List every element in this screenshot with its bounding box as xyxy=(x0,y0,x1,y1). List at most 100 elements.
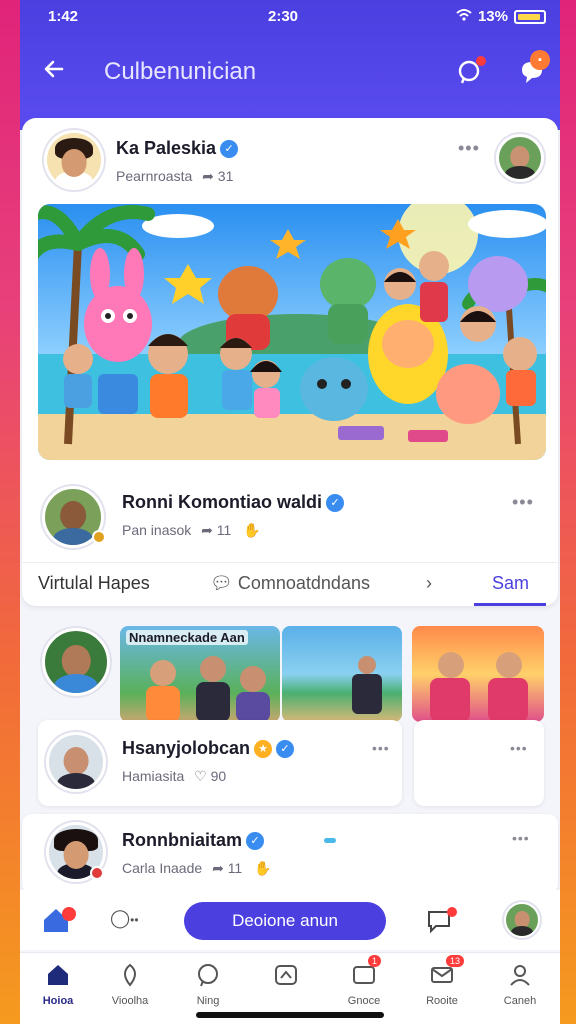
post-meta: Hamiasita ♡ 90 xyxy=(122,768,226,785)
more-options-icon[interactable]: ••• xyxy=(372,740,390,756)
avatar[interactable] xyxy=(496,134,544,182)
post-author-label: Ronni Komontiao waldi xyxy=(122,492,322,512)
tab-videos[interactable]: Vioolha xyxy=(92,961,168,1007)
messages-button[interactable] xyxy=(426,906,458,939)
verified-icon: ✓ xyxy=(246,832,264,851)
mail-icon: 13 xyxy=(428,955,465,989)
arrow-left-icon xyxy=(44,60,64,78)
more-options-icon[interactable]: ••• xyxy=(512,492,534,513)
avatar[interactable] xyxy=(46,732,106,792)
post-author-name[interactable]: Ka Paleskia ✓ xyxy=(116,138,239,159)
cartoon-beach-illustration xyxy=(38,204,546,460)
app-header: 1:42 2:30 13% Culbenunician ▪ xyxy=(20,0,560,130)
media-strip: Nnamneckade Aan xyxy=(20,618,560,728)
feed-card[interactable]: ••• xyxy=(414,720,544,806)
post-share-count: 31 xyxy=(217,168,234,184)
post-author-label: Ronnbniaitam xyxy=(122,830,242,850)
post-author-name[interactable]: Hsanyjolobcan ★ ✓ xyxy=(122,738,295,759)
tab-comments[interactable]: 💬︎ Comnoatdndans xyxy=(210,573,370,594)
page-title: Culbenunician xyxy=(104,58,257,85)
home-shortcut-button[interactable] xyxy=(42,906,76,939)
avatar[interactable] xyxy=(504,902,540,938)
post-meta: Pan inasok ➦ 11 ✋ xyxy=(122,522,261,539)
verified-icon: ✓ xyxy=(276,740,295,759)
more-options-icon[interactable]: ••• xyxy=(458,138,480,159)
feed-card[interactable]: Ronnbniaitam ✓ Carla Inaade ➦ 11 ✋ ••• xyxy=(22,814,558,894)
post-meta-label: Hamiasita xyxy=(122,768,185,784)
tab-virtual[interactable]: Virtulal Hapes xyxy=(38,573,150,594)
thumbs-icon: ✋ xyxy=(243,522,261,538)
tab-videos-label: Vioolha xyxy=(111,995,149,1007)
tab-comments-label: Comnoatdndans xyxy=(237,573,370,593)
tab-profile[interactable]: Caneh xyxy=(482,961,558,1007)
post-author-name[interactable]: Ronni Komontiao waldi ✓ xyxy=(122,492,344,513)
post-hero-image[interactable] xyxy=(38,204,546,460)
verified-icon: ✓ xyxy=(220,140,239,159)
post-author-label: Ka Paleskia xyxy=(116,138,217,158)
media-thumbnail[interactable] xyxy=(282,626,402,722)
media-caption: Nnamneckade Aan xyxy=(126,630,248,645)
tab-rooite-label: Rooite xyxy=(426,995,458,1007)
search-chat-button[interactable] xyxy=(452,54,488,90)
comment-button[interactable]: ◯•• xyxy=(110,908,139,929)
share-icon xyxy=(272,961,300,989)
status-badge xyxy=(92,530,106,544)
feed-card-main: Ka Paleskia ✓ Pearnroasta ➦ 31 ••• Ronni… xyxy=(22,118,558,606)
comment-icon: ◯ xyxy=(110,908,131,928)
notifications-button[interactable]: ▪ xyxy=(514,50,550,90)
tab-gnoce-label: Gnoce xyxy=(347,995,381,1007)
action-bar: ◯•• Deoione anun xyxy=(20,890,560,950)
chevron-right-icon[interactable]: › xyxy=(426,573,432,594)
status-time: 1:42 xyxy=(48,8,79,25)
more-options-icon[interactable]: ••• xyxy=(512,830,530,846)
post-share-count: 11 xyxy=(216,522,232,538)
tab-profile-label: Caneh xyxy=(503,995,537,1007)
avatar[interactable] xyxy=(42,628,110,696)
status-bar: 1:42 2:30 13% xyxy=(20,8,560,30)
tab-ning-label: Ning xyxy=(196,995,220,1007)
nav-row: Culbenunician ▪ xyxy=(20,48,560,96)
status-badge xyxy=(90,866,104,880)
tab-share[interactable] xyxy=(248,961,324,995)
tab-active-indicator xyxy=(474,603,546,606)
verified-icon: ✓ xyxy=(326,494,344,513)
message-icon: 1 xyxy=(350,955,382,989)
post-meta-label: Pan inasok xyxy=(122,522,192,538)
heart-icon: ♡ xyxy=(194,768,207,784)
media-thumbnail[interactable]: Nnamneckade Aan xyxy=(120,626,280,722)
post-meta: Carla Inaade ➦ 11 ✋ xyxy=(122,860,272,877)
tab-ning[interactable]: Ning xyxy=(170,961,246,1007)
person-icon xyxy=(506,961,534,989)
post-meta-label: Pearnroasta xyxy=(116,168,193,184)
badge-icon: ★ xyxy=(254,740,273,759)
notifications-badge: ▪ xyxy=(530,50,550,70)
battery-percent: 13% xyxy=(477,8,508,25)
indicator-dash xyxy=(324,838,336,843)
home-icon xyxy=(44,961,72,989)
app-screen: 1:42 2:30 13% Culbenunician ▪ Ka Paleski… xyxy=(20,0,560,1024)
tab-home[interactable]: Hoioa xyxy=(20,961,96,1007)
post-author-name[interactable]: Ronnbniaitam ✓ xyxy=(122,830,264,851)
speech-bubble-icon xyxy=(428,907,457,934)
tab-rooite[interactable]: 13 Rooite xyxy=(404,955,480,1007)
notification-dot xyxy=(476,56,486,66)
post-share-count: 11 xyxy=(227,860,243,876)
post-author-label: Hsanyjolobcan xyxy=(122,738,251,758)
share-icon: ➦ xyxy=(202,168,214,184)
tab-badge: 1 xyxy=(368,955,382,967)
wifi-icon xyxy=(456,8,472,25)
post-meta: Pearnroasta ➦ 31 xyxy=(116,168,233,185)
tab-sam[interactable]: Sam xyxy=(492,573,529,594)
chat-icon xyxy=(194,961,222,989)
media-thumbnail[interactable] xyxy=(412,626,544,722)
post-meta-label: Carla Inaade xyxy=(122,860,203,876)
avatar[interactable] xyxy=(44,130,104,190)
back-button[interactable] xyxy=(38,52,70,92)
primary-cta-button[interactable]: Deoione anun xyxy=(184,902,386,940)
tab-gnoce[interactable]: 1 Gnoce xyxy=(326,955,402,1007)
feed-card[interactable]: Hsanyjolobcan ★ ✓ Hamiasita ♡ 90 ••• xyxy=(38,720,402,806)
share-icon: ➦ xyxy=(212,860,224,876)
more-options-icon[interactable]: ••• xyxy=(510,740,528,756)
leaf-icon xyxy=(116,961,144,989)
status-center-text: 2:30 xyxy=(268,8,299,25)
